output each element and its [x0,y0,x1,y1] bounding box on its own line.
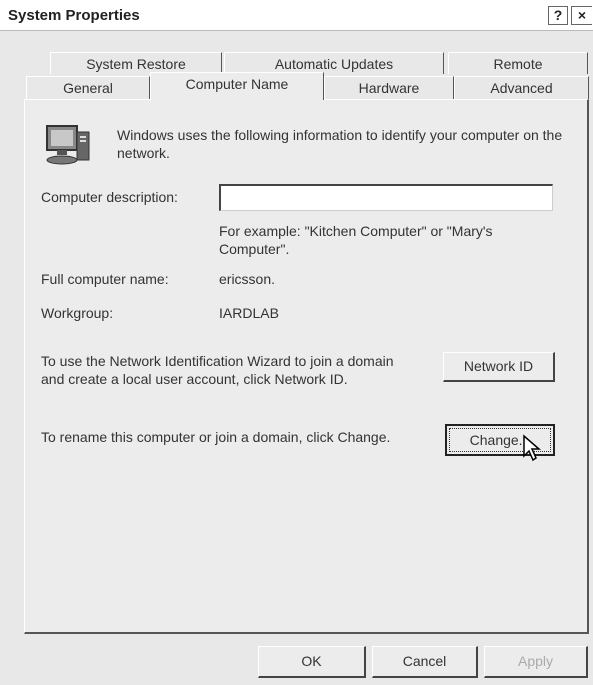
tab-general[interactable]: General [26,76,150,100]
tab-hardware[interactable]: Hardware [324,76,454,100]
workgroup-value: IARDLAB [219,305,279,321]
tab-label: System Restore [86,56,186,72]
full-computer-name-label: Full computer name: [41,271,169,287]
cancel-button[interactable]: Cancel [372,646,478,678]
computer-name-panel: Windows uses the following information t… [24,99,589,634]
intro-text: Windows uses the following information t… [117,127,563,161]
tab-automatic-updates[interactable]: Automatic Updates [224,52,444,74]
tab-label: Advanced [490,80,553,96]
apply-button[interactable]: Apply [484,646,588,678]
tab-label: Remote [493,56,543,72]
tab-label: General [63,80,113,96]
network-id-button[interactable]: Network ID [443,352,555,382]
computer-icon [46,125,90,165]
cursor-arrow-icon [523,434,542,462]
computer-description-input[interactable] [219,184,553,211]
tab-label: Hardware [358,80,420,96]
ok-button[interactable]: OK [258,646,366,678]
example-text: For example: "Kitchen Computer" or "Mary… [219,223,493,257]
system-properties-window: System Properties ? × System Restore Aut… [0,0,593,685]
workgroup-label: Workgroup: [41,305,114,321]
network-id-text: To use the Network Identification Wizard… [41,353,394,387]
title-bar[interactable]: System Properties ? × [0,0,593,31]
help-button[interactable]: ? [548,6,568,25]
tab-system-restore[interactable]: System Restore [50,52,222,74]
change-text: To rename this computer or join a domain… [41,429,391,445]
window-title: System Properties [8,7,140,24]
tab-computer-name[interactable]: Computer Name [150,72,324,100]
full-computer-name-value: ericsson. [219,271,276,287]
tab-label: Automatic Updates [274,56,394,72]
computer-description-label: Computer description: [41,189,178,205]
close-button[interactable]: × [571,6,592,25]
tab-label: Computer Name [185,76,289,92]
tab-remote[interactable]: Remote [448,52,588,74]
tab-advanced[interactable]: Advanced [454,76,589,100]
